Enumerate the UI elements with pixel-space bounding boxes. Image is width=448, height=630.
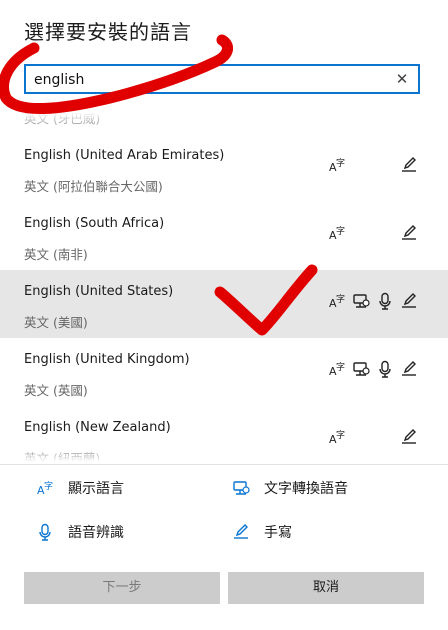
language-list-item[interactable]: English (New Zealand) 英文 (紐西蘭) A 字 xyxy=(0,406,448,464)
language-name: English (New Zealand) xyxy=(24,420,171,435)
language-list-item[interactable]: English (United States) 英文 (美國) A 字 xyxy=(0,270,448,338)
display-language-icon: A字 xyxy=(328,428,346,446)
legend-display-language: A字 顯示語言 xyxy=(36,478,124,498)
language-feature-icons: A字 xyxy=(328,360,418,378)
cancel-button[interactable]: 取消 xyxy=(228,572,424,604)
language-feature-icons: A字 xyxy=(328,292,418,310)
language-native-name: 英文 (南非) xyxy=(24,247,88,262)
legend-speech-recognition: 語音辨識 xyxy=(36,522,124,542)
language-feature-icons: A字 xyxy=(328,224,418,242)
clear-search-icon[interactable]: ✕ xyxy=(392,69,412,89)
legend-handwriting-label: 手寫 xyxy=(264,525,292,541)
dialog-title: 選擇要安裝的語言 xyxy=(24,20,192,44)
handwriting-icon xyxy=(400,292,418,310)
speech-recognition-icon xyxy=(376,360,394,378)
language-list-item[interactable]: English (South Africa) 英文 (南非) A 字 xyxy=(0,202,448,270)
legend-text-to-speech-label: 文字轉換語音 xyxy=(264,481,348,497)
language-name: English (United States) xyxy=(24,284,174,299)
language-name: English (South Africa) xyxy=(24,216,165,231)
svg-text:字: 字 xyxy=(44,480,53,492)
display-language-icon: A字 xyxy=(328,224,346,242)
display-language-icon: A字 xyxy=(328,156,346,174)
language-list-item[interactable]: English (United Arab Emirates) 英文 (阿拉伯聯合大… xyxy=(0,134,448,202)
language-native-name: 英文 (阿拉伯聯合大公國) xyxy=(24,179,163,194)
language-search-box[interactable]: ✕ xyxy=(24,64,420,94)
handwriting-icon xyxy=(400,428,418,446)
handwriting-icon xyxy=(400,224,418,242)
speech-recognition-icon xyxy=(36,523,54,541)
language-native-name: 英文 (牙巴威) xyxy=(24,111,101,126)
language-list-item[interactable]: 英文 (牙巴威) xyxy=(0,110,448,134)
display-language-icon: A字 xyxy=(328,360,346,378)
list-divider xyxy=(0,464,448,465)
language-name: English (United Kingdom) xyxy=(24,352,190,367)
language-name: English (United Arab Emirates) xyxy=(24,148,225,163)
language-list-item[interactable]: English (United Kingdom) 英文 (英國) A 字 xyxy=(0,338,448,406)
language-native-name: 英文 (紐西蘭) xyxy=(24,451,101,464)
language-feature-icons: A字 xyxy=(328,428,418,446)
handwriting-icon xyxy=(232,523,250,541)
svg-text:字: 字 xyxy=(336,293,345,305)
next-button[interactable]: 下一步 xyxy=(24,572,220,604)
language-native-name: 英文 (美國) xyxy=(24,315,88,330)
legend-speech-recognition-label: 語音辨識 xyxy=(68,525,124,541)
svg-text:字: 字 xyxy=(336,225,345,237)
handwriting-icon xyxy=(400,360,418,378)
language-list[interactable]: 英文 (牙巴威) English (United Arab Emirates) 英文… xyxy=(0,110,448,464)
svg-text:字: 字 xyxy=(336,157,345,169)
svg-text:字: 字 xyxy=(336,429,345,441)
handwriting-icon xyxy=(400,156,418,174)
language-native-name: 英文 (英國) xyxy=(24,383,88,398)
svg-text:字: 字 xyxy=(336,361,345,373)
speech-recognition-icon xyxy=(376,292,394,310)
search-input[interactable] xyxy=(34,69,374,91)
display-language-icon: A字 xyxy=(328,292,346,310)
legend-text-to-speech: 文字轉換語音 xyxy=(232,478,348,498)
language-feature-icons: A字 xyxy=(328,156,418,174)
legend-display-language-label: 顯示語言 xyxy=(68,481,124,497)
text-to-speech-icon xyxy=(352,292,370,310)
display-language-icon: A字 xyxy=(36,479,54,497)
text-to-speech-icon xyxy=(352,360,370,378)
text-to-speech-icon xyxy=(232,479,250,497)
legend-handwriting: 手寫 xyxy=(232,522,292,542)
